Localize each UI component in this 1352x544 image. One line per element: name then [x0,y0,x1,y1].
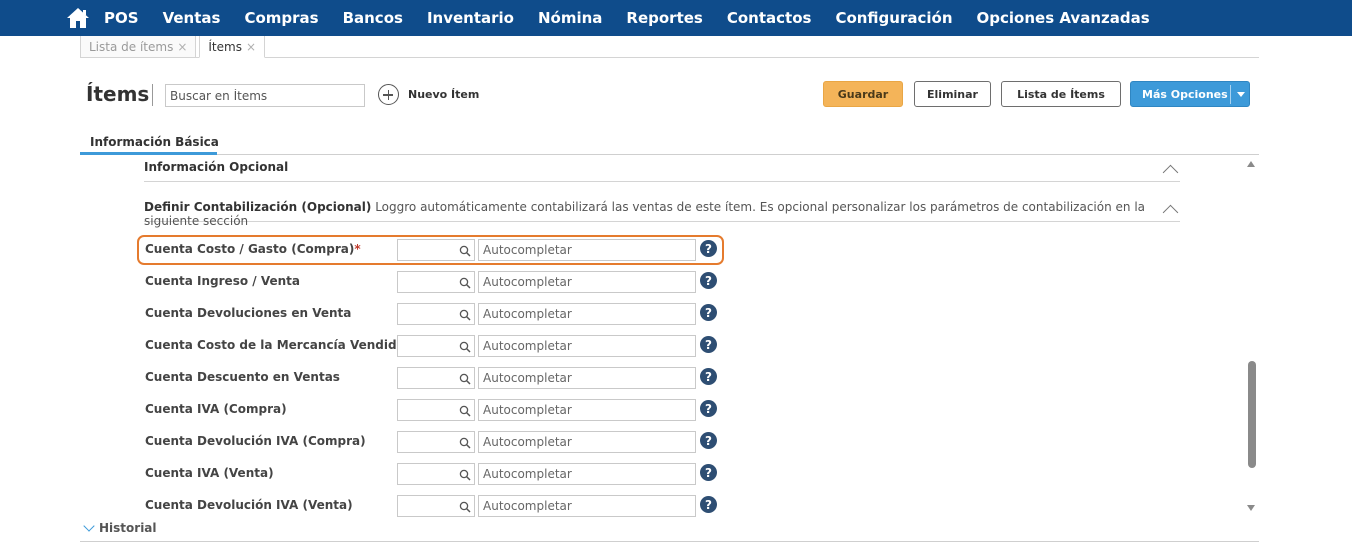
nav-item-contactos[interactable]: Contactos [727,9,812,27]
close-icon[interactable]: × [246,40,256,54]
chevron-up-icon[interactable] [1162,204,1179,221]
search-icon[interactable] [459,274,471,293]
caret-down-icon[interactable] [1237,92,1245,97]
account-label: Cuenta Costo de la Mercancía Vendida [145,338,405,352]
nav-item-configuración[interactable]: Configuración [835,9,952,27]
section-title: Información Opcional [144,160,289,174]
account-label-text: Cuenta Devoluciones en Venta [145,306,352,320]
highlight-outline [137,235,724,265]
account-label-text: Cuenta Costo de la Mercancía Vendida [145,338,405,352]
tab-lista-de-items[interactable]: Lista de ítems × [80,36,197,58]
tab-label: Ítems [208,39,242,54]
new-item-button[interactable]: Nuevo Ítem [378,84,479,105]
search-icon[interactable] [459,434,471,453]
chevron-up-icon[interactable] [1162,164,1179,181]
autocomplete-field[interactable]: Autocompletar [478,431,696,453]
help-icon[interactable]: ? [700,496,717,513]
nav-item-pos[interactable]: POS [104,9,139,27]
section-tabs: Información Básica [80,134,1259,155]
title-divider [152,84,153,106]
account-label-text: Cuenta Devolución IVA (Venta) [145,498,353,512]
optional-info-header[interactable]: Información Opcional [144,160,1180,182]
search-icon[interactable] [459,498,471,517]
accounting-header[interactable]: Definir Contabilización (Opcional) Loggr… [144,200,1180,228]
more-options-button[interactable]: Más Opciones [1130,81,1250,107]
autocomplete-field[interactable]: Autocompletar [478,367,696,389]
account-code-field[interactable] [397,335,475,357]
account-label: Cuenta Devolución IVA (Venta) [145,498,353,512]
tab-informacion-basica[interactable]: Información Básica [90,135,219,149]
account-code-field[interactable] [397,303,475,325]
account-code-field[interactable] [397,463,475,485]
tab-strip: Lista de ítems × Ítems × [80,36,1259,58]
search-icon[interactable] [459,338,471,357]
help-icon[interactable]: ? [700,336,717,353]
nav-item-reportes[interactable]: Reportes [626,9,702,27]
account-label-text: Cuenta IVA (Compra) [145,402,287,416]
account-label-text: Cuenta Ingreso / Venta [145,274,300,288]
nav-item-nómina[interactable]: Nómina [538,9,602,27]
account-code-field[interactable] [397,367,475,389]
chevron-down-icon [83,520,95,532]
help-icon[interactable]: ? [700,464,717,481]
autocomplete-field[interactable]: Autocompletar [478,399,696,421]
close-icon[interactable]: × [177,40,187,54]
account-label: Cuenta IVA (Venta) [145,466,274,480]
button-divider [1230,85,1231,104]
top-nav: POS Ventas Compras Bancos Inventario Nómina Re… [0,0,1352,36]
help-icon[interactable]: ? [700,304,717,321]
search-icon[interactable] [459,370,471,389]
delete-button[interactable]: Eliminar [914,81,991,107]
historial-label: Historial [99,521,157,535]
nav-menu: POS Ventas Compras Bancos Inventario Nómina Re… [104,9,1174,27]
account-label-text: Cuenta Devolución IVA (Compra) [145,434,366,448]
historial-section[interactable]: Historial [80,520,1259,542]
nav-item-ventas[interactable]: Ventas [163,9,221,27]
plus-circle-icon [378,84,399,105]
account-label: Cuenta Ingreso / Venta [145,274,300,288]
nav-item-compras[interactable]: Compras [244,9,318,27]
account-label-text: Cuenta Descuento en Ventas [145,370,340,384]
account-label: Cuenta Devoluciones en Venta [145,306,351,320]
autocomplete-field[interactable]: Autocompletar [478,495,696,517]
tab-items[interactable]: Ítems × [199,36,266,58]
help-icon[interactable]: ? [700,400,717,417]
tab-label: Lista de ítems [89,39,174,54]
section-title: Definir Contabilización (Opcional) [144,200,372,214]
new-item-label: Nuevo Ítem [408,88,480,101]
account-label-text: Cuenta IVA (Venta) [145,466,274,480]
item-list-button[interactable]: Lista de Ítems [1001,81,1121,107]
scroll-down-arrow-icon[interactable] [1247,505,1255,511]
search-input[interactable] [165,84,365,107]
account-label: Cuenta IVA (Compra) [145,402,287,416]
home-icon[interactable] [66,7,90,29]
account-code-field[interactable] [397,431,475,453]
account-label: Cuenta Devolución IVA (Compra) [145,434,366,448]
account-code-field[interactable] [397,495,475,517]
active-tab-indicator [80,152,217,155]
help-icon[interactable]: ? [700,272,717,289]
help-icon[interactable]: ? [700,368,717,385]
search-icon[interactable] [459,466,471,485]
autocomplete-field[interactable]: Autocompletar [478,335,696,357]
save-button[interactable]: Guardar [823,81,903,107]
autocomplete-field[interactable]: Autocompletar [478,271,696,293]
nav-item-bancos[interactable]: Bancos [343,9,403,27]
search-icon[interactable] [459,306,471,325]
more-options-label: Más Opciones [1142,87,1228,101]
scrollbar-thumb[interactable] [1248,361,1256,468]
nav-item-inventario[interactable]: Inventario [427,9,514,27]
autocomplete-field[interactable]: Autocompletar [478,303,696,325]
search-icon[interactable] [459,402,471,421]
autocomplete-field[interactable]: Autocompletar [478,463,696,485]
scroll-up-arrow-icon[interactable] [1247,161,1255,167]
account-code-field[interactable] [397,271,475,293]
page-title: Ítems [86,82,150,106]
nav-item-opciones-avanzadas[interactable]: Opciones Avanzadas [977,9,1150,27]
account-code-field[interactable] [397,399,475,421]
help-icon[interactable]: ? [700,432,717,449]
account-label: Cuenta Descuento en Ventas [145,370,340,384]
